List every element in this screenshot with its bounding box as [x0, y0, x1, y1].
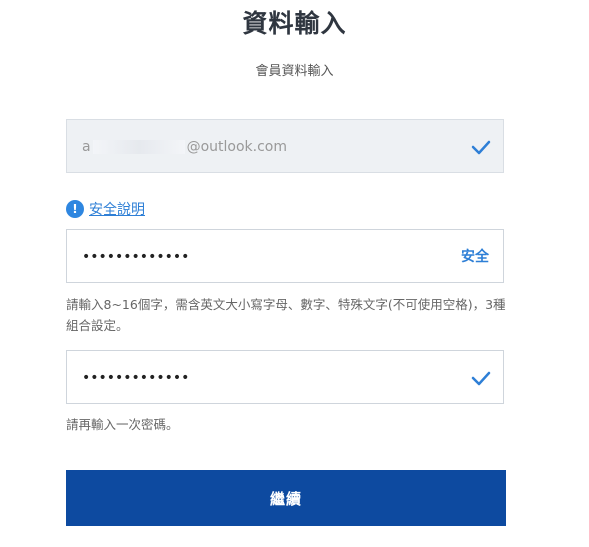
check-icon: [471, 371, 491, 386]
password-field[interactable]: ••••••••••••• 安全: [66, 229, 504, 283]
continue-button[interactable]: 繼續: [66, 470, 506, 526]
page-subtitle: 會員資料輸入: [255, 64, 334, 79]
confirm-password-field[interactable]: •••••••••••••: [66, 350, 504, 404]
page-title: 資料輸入: [242, 9, 347, 38]
confirm-password-hint: 請再輸入一次密碼。: [66, 417, 179, 432]
email-value: a @outlook.com: [82, 120, 287, 174]
email-mask: [92, 140, 185, 154]
email-prefix: a: [82, 139, 91, 155]
password-hint: 請輸入8~16個字，需含英文大小寫字母、數字、特殊文字(不可使用空格)，3種組合…: [66, 297, 506, 333]
confirm-password-value: •••••••••••••: [82, 370, 190, 386]
security-info-row: ! 安全說明: [66, 199, 145, 219]
password-value: •••••••••••••: [82, 249, 190, 265]
password-strength-label: 安全: [461, 249, 489, 265]
info-icon: !: [66, 200, 84, 218]
check-icon: [471, 140, 491, 155]
email-suffix: @outlook.com: [186, 139, 287, 155]
security-info-link[interactable]: 安全說明: [89, 199, 145, 219]
email-field[interactable]: a @outlook.com: [66, 119, 504, 173]
